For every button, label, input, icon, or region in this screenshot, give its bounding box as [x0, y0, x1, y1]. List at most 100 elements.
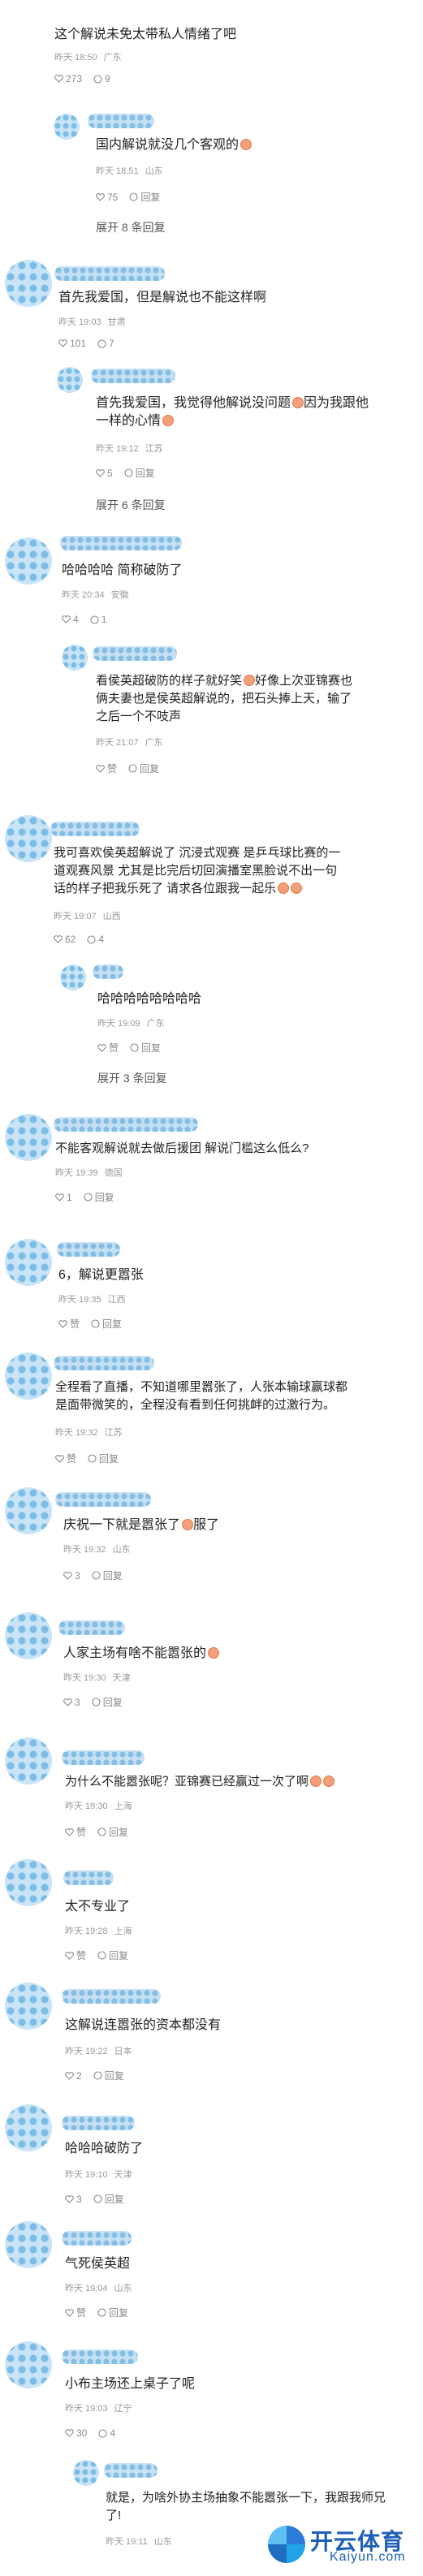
reply-button[interactable]: 回复 — [129, 190, 160, 204]
expand-replies-link[interactable]: 展开 3 条回复 — [97, 1070, 167, 1086]
username[interactable] — [62, 2231, 132, 2246]
comment-text: 小布主场还上桌子了呢 — [65, 2377, 196, 2391]
username[interactable] — [88, 114, 154, 128]
like-button[interactable]: 赞 — [65, 1825, 86, 1839]
reply-button[interactable]: 回复 — [97, 2306, 128, 2319]
avatar[interactable] — [5, 1612, 52, 1659]
comment-text: 不能客观解说就去做后援团 解说门槛这么低么? — [55, 1141, 309, 1155]
logo-subtitle: Kaiyun.com — [330, 2550, 406, 2564]
like-button[interactable]: 5 — [96, 466, 113, 480]
reply-button[interactable]: 回复 — [88, 1452, 119, 1465]
username[interactable] — [55, 1492, 151, 1507]
like-button[interactable]: 101 — [58, 338, 86, 349]
reply-button[interactable]: 回复 — [84, 1190, 114, 1204]
avatar[interactable] — [5, 2341, 52, 2388]
username[interactable] — [54, 1117, 198, 1132]
username[interactable] — [93, 964, 123, 979]
like-button[interactable]: 赞 — [96, 762, 117, 775]
like-button[interactable]: 赞 — [65, 2306, 86, 2319]
comment-text: 气死侯英超 — [65, 2257, 131, 2271]
comment-icon — [128, 764, 137, 773]
like-button[interactable]: 2 — [65, 2069, 82, 2082]
reply-button[interactable]: 回复 — [91, 1317, 122, 1331]
comment-meta: 昨天 20:34 安徽 — [62, 590, 129, 600]
like-button[interactable]: 75 — [96, 190, 118, 204]
avatar[interactable] — [5, 815, 52, 862]
username[interactable] — [60, 536, 182, 550]
comment-icon — [129, 192, 138, 201]
like-button[interactable]: 273 — [54, 73, 82, 84]
avatar[interactable] — [5, 1983, 52, 2030]
username[interactable] — [57, 1242, 120, 1257]
reply-meta: 昨天 19:09 广东 — [97, 1019, 165, 1029]
comment-meta: 昨天 19:39 德国 — [55, 1168, 123, 1178]
reply-button[interactable]: 回复 — [92, 1568, 123, 1582]
username[interactable] — [62, 1989, 161, 2004]
like-button[interactable]: 1 — [55, 1190, 72, 1204]
avatar[interactable] — [5, 1114, 52, 1161]
avatar[interactable] — [73, 2460, 99, 2486]
like-button[interactable]: 30 — [65, 2427, 87, 2439]
username[interactable] — [93, 646, 177, 661]
username[interactable] — [54, 1356, 154, 1370]
heart-icon — [65, 2071, 74, 2080]
avatar[interactable] — [5, 1487, 52, 1534]
expand-replies-link[interactable]: 展开 8 条回复 — [96, 219, 166, 235]
avatar[interactable] — [5, 1737, 52, 1784]
username[interactable] — [62, 2349, 138, 2364]
reply-count-button[interactable]: 7 — [97, 338, 114, 349]
emoji-icon — [244, 675, 256, 686]
reply-count-button[interactable]: 9 — [93, 73, 110, 84]
like-button[interactable]: 3 — [65, 2192, 82, 2206]
reply-button[interactable]: 回复 — [93, 2192, 124, 2206]
reply-count-button[interactable]: 4 — [87, 934, 104, 945]
like-button[interactable]: 4 — [62, 614, 79, 625]
top-divider — [0, 0, 423, 5]
reply-button[interactable]: 回复 — [97, 1948, 128, 1962]
username[interactable] — [62, 1750, 145, 1765]
like-button[interactable]: 赞 — [65, 1948, 86, 1962]
like-button[interactable]: 赞 — [58, 1317, 80, 1331]
comment-icon — [87, 934, 96, 944]
comment-actions: 赞 回复 — [65, 2306, 128, 2319]
reply-button[interactable]: 回复 — [93, 2069, 124, 2082]
avatar[interactable] — [5, 260, 52, 307]
username[interactable] — [50, 822, 140, 836]
reply-button[interactable]: 回复 — [124, 466, 155, 480]
comment-actions: 2 回复 — [65, 2069, 124, 2082]
avatar[interactable] — [62, 645, 88, 671]
avatar[interactable] — [5, 1859, 52, 1906]
reply-button[interactable]: 回复 — [128, 762, 159, 775]
avatar[interactable] — [5, 537, 52, 585]
username[interactable] — [104, 2463, 158, 2478]
username[interactable] — [63, 1871, 114, 1885]
username[interactable] — [58, 1620, 125, 1635]
like-button[interactable]: 赞 — [55, 1452, 76, 1465]
like-button[interactable]: 3 — [63, 1568, 80, 1582]
username[interactable] — [54, 266, 165, 281]
avatar[interactable] — [60, 964, 86, 990]
avatar[interactable] — [54, 114, 80, 140]
username[interactable] — [62, 2116, 135, 2130]
comment-actions: 4 1 — [62, 614, 106, 625]
reply-count-button[interactable]: 1 — [90, 614, 106, 625]
like-button[interactable]: 赞 — [97, 1041, 119, 1055]
comment-meta: 昨天 19:03 甘肃 — [58, 317, 126, 327]
expand-replies-link[interactable]: 展开 6 条回复 — [96, 497, 166, 513]
avatar[interactable] — [5, 2104, 52, 2151]
avatar[interactable] — [5, 2221, 52, 2268]
reply-button[interactable]: 回复 — [97, 1825, 128, 1839]
avatar[interactable] — [5, 1353, 52, 1400]
reply-button[interactable]: 回复 — [130, 1041, 161, 1055]
reply-button[interactable]: 回复 — [92, 1695, 123, 1709]
like-button[interactable]: 62 — [54, 934, 76, 945]
heart-icon — [65, 2194, 74, 2203]
avatar[interactable] — [57, 367, 83, 393]
username[interactable] — [91, 369, 175, 383]
avatar[interactable] — [5, 1239, 52, 1286]
like-button[interactable]: 3 — [63, 1695, 80, 1709]
heart-icon — [55, 1193, 64, 1202]
heart-icon — [58, 339, 67, 347]
reply-count-button[interactable]: 4 — [98, 2427, 115, 2439]
comment-actions: 62 4 — [54, 934, 104, 945]
